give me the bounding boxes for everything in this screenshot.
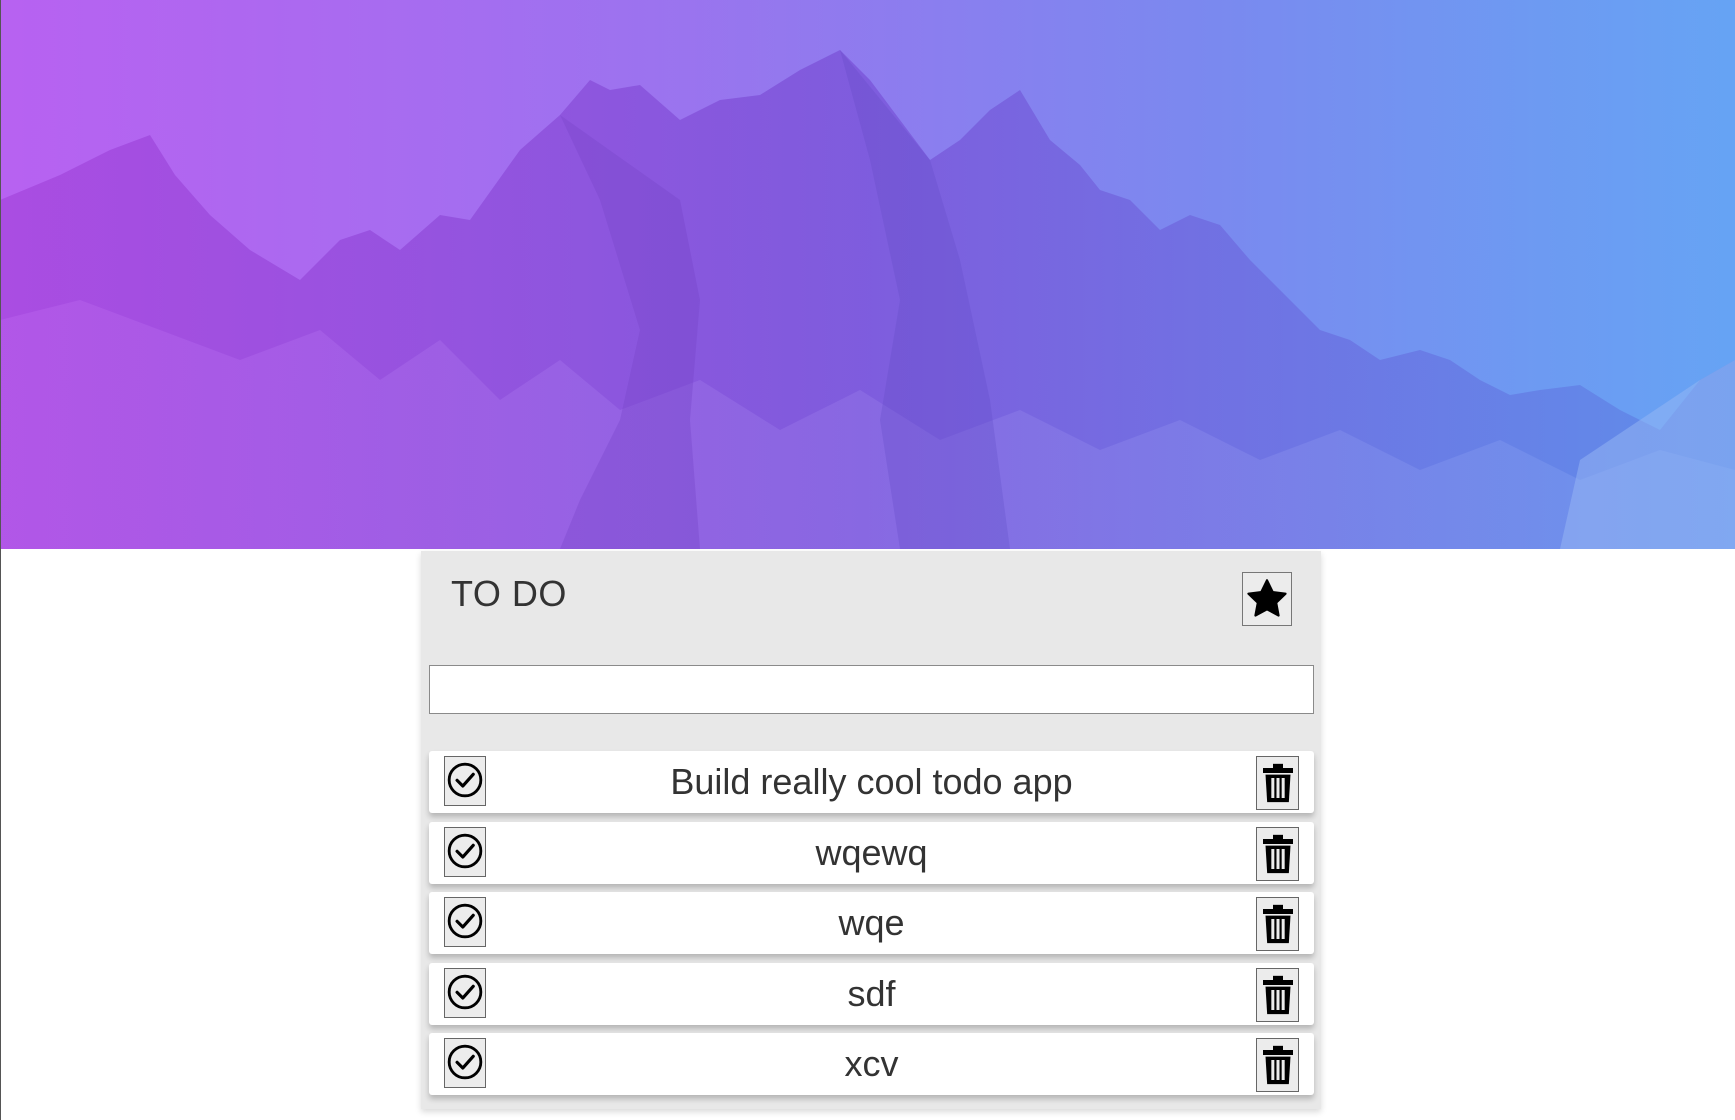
star-icon: [1247, 579, 1287, 617]
delete-button[interactable]: [1256, 756, 1299, 810]
trash-icon: [1262, 1045, 1293, 1085]
todo-text: wqe: [838, 902, 905, 943]
todo-text: Build really cool todo app: [670, 761, 1073, 802]
favorite-button[interactable]: [1242, 572, 1292, 626]
complete-button[interactable]: [444, 756, 486, 806]
new-todo-input[interactable]: [429, 665, 1314, 714]
card-title: TO DO: [451, 573, 567, 614]
delete-button[interactable]: [1256, 826, 1299, 881]
check-circle-icon: [447, 903, 483, 939]
hero-gradient-overlay: [0, 0, 1735, 549]
page-edge: [0, 0, 1, 1120]
trash-icon: [1262, 834, 1293, 873]
trash-icon: [1262, 763, 1293, 803]
todo-text: wqewq: [815, 831, 928, 873]
complete-button[interactable]: [444, 897, 486, 947]
check-circle-icon: [447, 1044, 483, 1080]
trash-icon: [1262, 975, 1293, 1014]
todo-list: Build really cool todo app wqewq wqe sdf…: [429, 751, 1314, 1104]
todo-item: wqewq: [429, 821, 1314, 884]
check-circle-icon: [447, 974, 483, 1009]
todo-text: sdf: [847, 972, 896, 1014]
trash-icon: [1262, 904, 1293, 944]
delete-button[interactable]: [1256, 1038, 1299, 1092]
delete-button[interactable]: [1256, 967, 1299, 1022]
hero-banner: [0, 0, 1735, 549]
delete-button[interactable]: [1256, 897, 1299, 951]
todo-card: TO DO Build really cool todo app wqewq w…: [421, 551, 1321, 1109]
todo-item: Build really cool todo app: [429, 751, 1314, 813]
complete-button[interactable]: [444, 826, 486, 877]
complete-button[interactable]: [444, 1038, 486, 1088]
todo-item: sdf: [429, 962, 1314, 1025]
todo-item: xcv: [429, 1033, 1314, 1095]
complete-button[interactable]: [444, 967, 486, 1018]
check-circle-icon: [447, 762, 483, 798]
check-circle-icon: [447, 833, 483, 868]
todo-item: wqe: [429, 892, 1314, 954]
todo-text: xcv: [844, 1043, 899, 1084]
